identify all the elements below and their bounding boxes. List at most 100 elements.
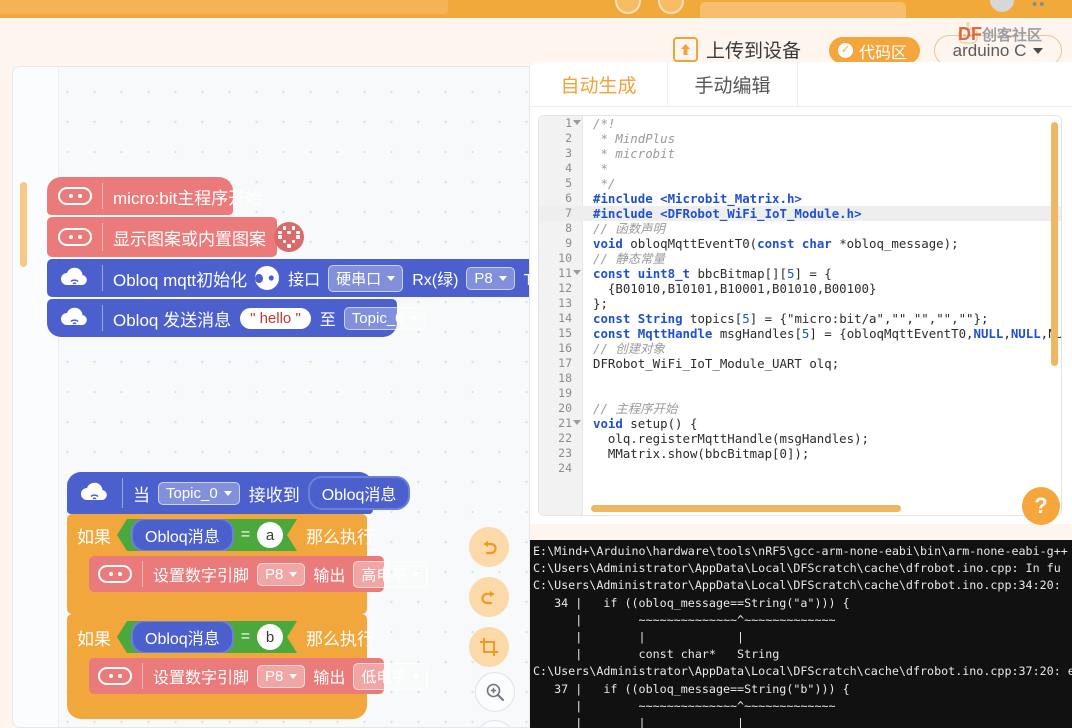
block-set-digital-pin-low-pin-dropdown[interactable]: P8 (257, 664, 306, 688)
led-cell[interactable] (296, 240, 300, 244)
block-mqtt-receive-event[interactable]: 当 Topic_0 接收到 Obloq消息 (67, 472, 411, 514)
gear-icon[interactable] (255, 266, 280, 290)
chrome-nav-back-button[interactable] (615, 0, 641, 14)
code-line[interactable]: 15 const MqttHandle msgHandles[5] = {oblo… (539, 326, 1061, 341)
code-line[interactable]: 11 const uint8_t bbcBitmap[][5] = { (539, 266, 1061, 281)
code-line[interactable]: 18 (539, 371, 1061, 386)
block-set-digital-pin-high-level-dropdown[interactable]: 高电平 (353, 560, 429, 588)
block-if-a-operand-right[interactable]: a (257, 522, 283, 548)
avatar[interactable] (990, 0, 1014, 12)
tab-manual-edit[interactable]: 手动编辑 (668, 62, 798, 106)
block-mqtt-send-topic-dropdown[interactable]: Topic_0 (343, 306, 426, 330)
code-line[interactable]: 9 void obloqMqttEventT0(const char *obloq… (539, 236, 1061, 251)
code-area-button[interactable]: ✓ 代码区 (829, 37, 921, 64)
led-cell[interactable] (283, 244, 287, 248)
block-if-b-condition[interactable]: Obloq消息 = b (117, 621, 297, 653)
code-line[interactable]: 7 #include <DFRobot_WiFi_IoT_Module.h> (539, 206, 1061, 221)
led-cell[interactable] (291, 226, 296, 230)
zoom-in-button[interactable] (475, 672, 515, 712)
code-editor[interactable]: 1/*! 2 * MindPlus 3 * microbit 4 * 5 */6 #inc… (538, 115, 1062, 516)
led-cell[interactable] (282, 239, 287, 244)
led-cell[interactable] (287, 244, 291, 248)
chrome-nav-forward-button[interactable] (658, 0, 684, 14)
led-cell[interactable] (278, 235, 282, 239)
led-cell[interactable] (282, 226, 287, 230)
block-mqtt-receive-message-variable[interactable]: Obloq消息 (307, 476, 411, 510)
code-line[interactable]: 1 /*! (539, 116, 1061, 131)
chrome-browser-tab[interactable] (700, 2, 906, 18)
chevron-down-icon[interactable] (573, 270, 581, 275)
code-line[interactable]: 14 const String topics[5] = {"micro:bit/a… (539, 311, 1061, 326)
code-line[interactable]: 3 * microbit (539, 146, 1061, 161)
undo-button[interactable] (469, 527, 509, 567)
code-vertical-scrollbar[interactable] (1051, 122, 1058, 366)
crop-button[interactable] (469, 627, 509, 667)
chrome-menu-icon[interactable]: •• (1032, 0, 1047, 13)
led-cell[interactable] (296, 244, 300, 248)
block-if-a-operand-left[interactable]: Obloq消息 (131, 518, 234, 552)
chevron-down-icon[interactable] (573, 120, 581, 125)
led-cell[interactable] (291, 239, 296, 244)
code-line[interactable]: 22 olq.registerMqttHandle(msgHandles); (539, 431, 1061, 446)
code-line[interactable]: 10 // 静态常量 (539, 251, 1061, 266)
led-cell[interactable] (278, 226, 282, 230)
code-line[interactable]: 24 (539, 461, 1061, 476)
led-cell[interactable] (296, 235, 300, 239)
code-line[interactable]: 12 {B01010,B10101,B10001,B01010,B00100} (539, 281, 1061, 296)
block-if-a-condition[interactable]: Obloq消息 = a (117, 519, 297, 551)
code-line[interactable]: 23 MMatrix.show(bbcBitmap[0]); (539, 446, 1061, 461)
code-line[interactable]: 21 void setup() { (539, 416, 1061, 431)
tab-auto-generate[interactable]: 自动生成 (530, 62, 668, 106)
led-cell[interactable] (283, 231, 287, 235)
led-cell[interactable] (292, 235, 296, 239)
help-button[interactable]: ? (1022, 487, 1060, 525)
led-cell[interactable] (292, 231, 296, 235)
code-line[interactable]: 19 (539, 386, 1061, 401)
block-set-digital-pin-low-level-dropdown[interactable]: 低电平 (353, 662, 429, 690)
code-line[interactable]: 4 * (539, 161, 1061, 176)
block-if-b-header[interactable]: 如果 Obloq消息 = b 那么执行 (67, 616, 374, 658)
code-line[interactable]: 2 * MindPlus (539, 131, 1061, 146)
led-matrix-icon[interactable] (274, 222, 304, 252)
block-mqtt-send[interactable]: Obloq 发送消息 " hello " 至 Topic_0 (47, 299, 426, 337)
code-line[interactable]: 17 DFRobot_WiFi_IoT_Module_UART olq; (539, 356, 1061, 371)
led-cell[interactable] (296, 230, 300, 235)
code-line[interactable]: 13}; (539, 296, 1061, 311)
led-cell[interactable] (278, 230, 282, 235)
led-cell[interactable] (287, 230, 291, 235)
code-line[interactable]: 5 */ (539, 176, 1061, 191)
code-content[interactable]: 1/*! 2 * MindPlus 3 * microbit 4 * 5 */6 #inc… (539, 116, 1061, 515)
code-line[interactable]: 20 // 主程序开始 (539, 401, 1061, 416)
upload-to-device-button[interactable]: 上传到设备 (673, 36, 801, 63)
block-if-b-operand-left[interactable]: Obloq消息 (131, 620, 234, 654)
block-set-digital-pin-low[interactable]: 设置数字引脚 P8 输出 低电平 (89, 658, 429, 694)
block-mqtt-send-message-input[interactable]: " hello " (240, 307, 311, 329)
blockly-workspace[interactable]: micro:bit主程序开始 显示图案或内置图案 Obloq mqtt初始化 接… (12, 66, 530, 728)
led-cell[interactable] (287, 226, 291, 230)
workspace-vertical-scrollbar[interactable] (20, 182, 27, 267)
led-cell[interactable] (292, 244, 296, 248)
code-line[interactable]: 6 #include <Microbit_Matrix.h> (539, 191, 1061, 206)
block-mqtt-init[interactable]: Obloq mqtt初始化 接口 硬串口 Rx(绿) P8 Tx(蓝) P (47, 259, 529, 297)
chevron-down-icon[interactable] (573, 420, 581, 425)
block-set-digital-pin-high-pin-dropdown[interactable]: P8 (257, 562, 306, 586)
led-cell[interactable] (278, 240, 282, 244)
led-cell[interactable] (287, 235, 291, 239)
block-microbit-start[interactable]: micro:bit主程序开始 (47, 177, 262, 215)
code-line[interactable]: 8 // 函数声明 (539, 221, 1061, 236)
led-cell[interactable] (278, 244, 282, 248)
code-horizontal-scrollbar[interactable] (591, 505, 901, 512)
block-if-b-operand-right[interactable]: b (257, 624, 283, 650)
led-cell[interactable] (287, 240, 291, 244)
led-cell[interactable] (296, 226, 300, 230)
led-cell[interactable] (283, 235, 287, 239)
block-if-a-header[interactable]: 如果 Obloq消息 = a 那么执行 (67, 514, 374, 556)
code-line[interactable]: 16 // 创建对象 (539, 341, 1061, 356)
console-output[interactable]: E:\Mind+\Arduino\hardware\tools\nRF5\gcc… (530, 540, 1072, 728)
block-set-digital-pin-high[interactable]: 设置数字引脚 P8 输出 高电平 (89, 556, 429, 592)
block-mqtt-receive-topic-dropdown[interactable]: Topic_0 (158, 481, 240, 505)
block-mqtt-init-port-dropdown[interactable]: 硬串口 (328, 264, 404, 292)
block-show-image[interactable]: 显示图案或内置图案 (47, 217, 304, 257)
block-mqtt-init-rx-dropdown[interactable]: P8 (466, 266, 515, 290)
redo-button[interactable] (469, 577, 509, 617)
